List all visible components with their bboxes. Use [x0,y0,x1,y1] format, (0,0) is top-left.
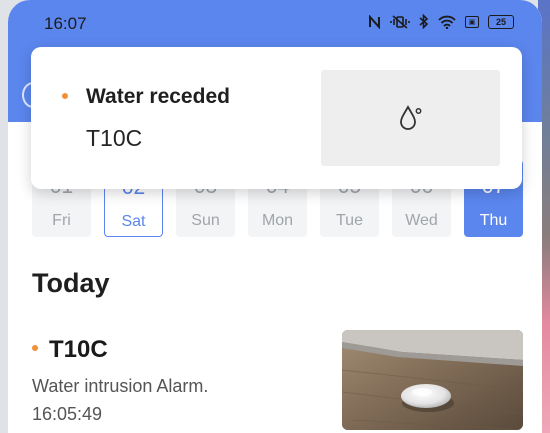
status-icons: ▣ 25 [368,14,514,29]
status-bar: 16:07 ▣ 25 [8,0,542,46]
sensor-photo-image [342,330,523,430]
alert-dot [32,345,38,351]
event-item[interactable]: T10C Water intrusion Alarm. 16:05:49 [8,320,542,433]
sim-icon: ▣ [465,15,479,28]
day-name: Sat [121,213,146,230]
battery-level: 25 [495,16,506,27]
bluetooth-icon [419,14,429,29]
app-screen: 16:07 ▣ 25 01 Fri [8,0,542,433]
event-type: Water intrusion Alarm. [32,376,209,396]
wifi-icon [438,15,456,29]
day-name: Wed [405,212,438,229]
day-name: Thu [479,212,508,229]
mute-vibrate-icon [390,14,410,29]
day-name: Tue [336,212,363,229]
nfc-icon [369,14,380,29]
alert-dot [62,93,68,99]
event-time: 16:05:49 [32,404,103,424]
status-time: 16:07 [44,14,87,33]
day-name: Sun [191,212,220,229]
water-drop-icon [399,105,421,130]
notification-device: T10C [86,125,143,151]
day-name: Mon [261,212,294,229]
battery-icon: 25 [488,14,514,29]
notification-title: Water receded [86,85,230,108]
notification-thumbnail [321,70,500,166]
section-title: Today [32,268,110,298]
event-photo[interactable] [342,330,523,430]
event-device: T10C [49,336,108,363]
day-name: Fri [52,212,71,229]
water-notification[interactable]: Water receded T10C [31,47,522,189]
